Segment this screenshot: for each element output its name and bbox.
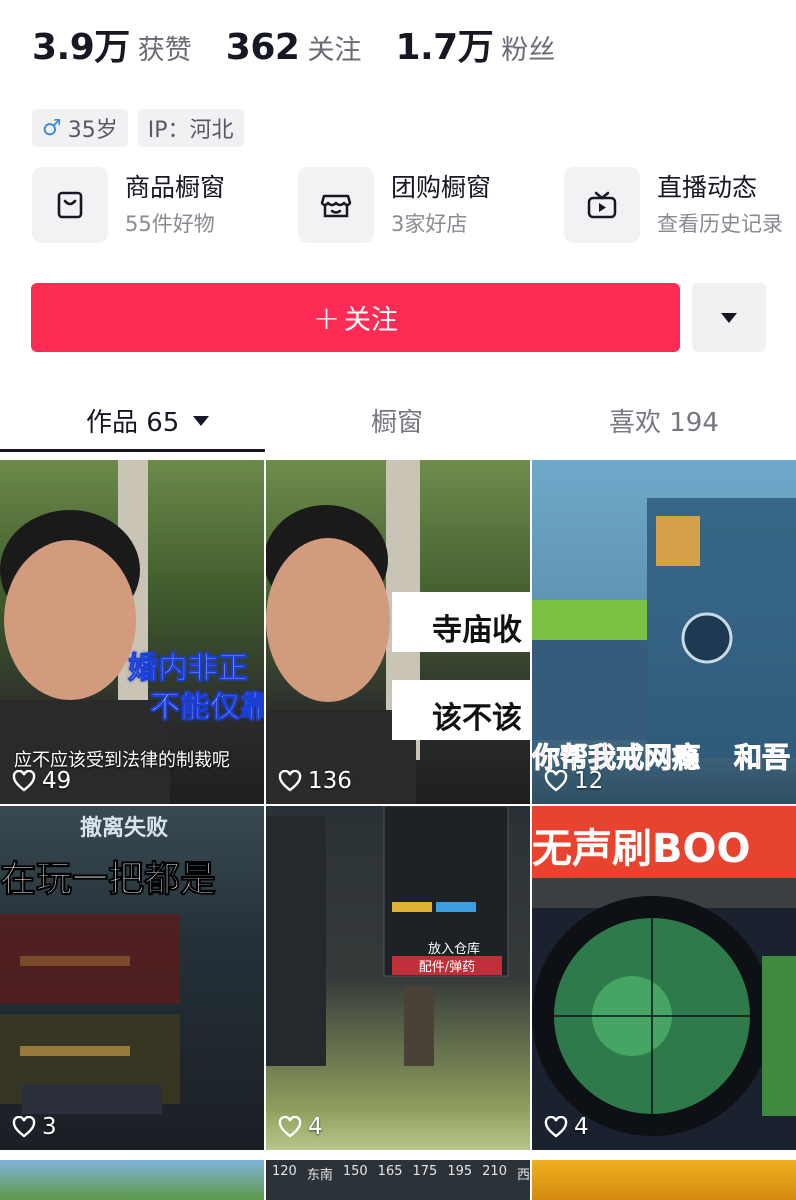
live-history-entry[interactable]: 直播动态 查看历史记录: [564, 166, 783, 244]
like-count-value: 49: [42, 768, 72, 794]
compass-label: 210: [482, 1164, 507, 1179]
entry-title: 团购橱窗: [391, 173, 492, 202]
like-count-value: 3: [42, 1114, 57, 1140]
video-caption: 和吾: [733, 741, 791, 775]
tab-likes-label: 喜欢 194: [609, 408, 719, 438]
tab-showcase[interactable]: 橱窗: [371, 402, 423, 439]
profile-tags: ♂ 35岁 IP：河北: [32, 109, 254, 147]
video-caption: 婚内非正: [128, 651, 249, 687]
entry-subtitle: 55件好物: [125, 212, 215, 236]
follow-label: 关注: [343, 305, 398, 336]
like-count: 49: [12, 768, 71, 794]
plus-icon: +: [313, 298, 340, 337]
age-text: 35岁: [67, 118, 118, 143]
ip-tag: IP：河北: [137, 109, 244, 147]
tab-indicator: [0, 449, 265, 452]
tab-showcase-label: 橱窗: [371, 408, 424, 438]
heart-icon: [278, 1116, 302, 1138]
heart-icon: [12, 1116, 36, 1138]
compass-bar: 120 东南 150 165 175 195 210 西南: [272, 1164, 530, 1183]
thumbnail-image: [266, 806, 509, 1066]
profile-entries: 商品橱窗 55件好物 团购橱窗 3家好店 直播动态 查看历史记录: [32, 166, 796, 244]
video-thumbnail[interactable]: [0, 1160, 264, 1200]
stat-followers-value: 1.7万: [395, 27, 494, 68]
like-count: 4: [544, 1114, 589, 1140]
tab-likes[interactable]: 喜欢 194: [609, 402, 719, 439]
like-count: 136: [278, 768, 352, 794]
follow-button[interactable]: + 关注: [31, 283, 680, 352]
video-thumbnail[interactable]: 120 东南 150 165 175 195 210 西南: [266, 1160, 530, 1200]
product-showcase-entry[interactable]: 商品橱窗 55件好物: [32, 166, 225, 244]
like-count-value: 4: [574, 1114, 589, 1140]
male-icon: ♂: [42, 115, 62, 141]
compass-label: 150: [342, 1164, 368, 1179]
age-tag: ♂ 35岁: [32, 109, 128, 147]
tv-icon: [564, 167, 640, 243]
tab-works[interactable]: 作品 65: [86, 402, 210, 439]
video-thumbnail[interactable]: 撤离失败 在玩一把都是 3: [0, 806, 264, 1150]
heart-icon: [278, 770, 302, 792]
profile-stats: 3.9万 获赞 362 关注 1.7万 粉丝: [32, 18, 589, 70]
like-count: 3: [12, 1114, 57, 1140]
compass-label: 175: [412, 1164, 438, 1179]
more-options-button[interactable]: [692, 283, 766, 352]
shopping-bag-icon: [32, 167, 108, 243]
like-count-value: 4: [308, 1114, 323, 1140]
like-count-value: 136: [308, 768, 352, 794]
video-thumbnail[interactable]: [532, 1160, 796, 1200]
video-thumbnail[interactable]: 你帮我戒网瘾 和吾 12: [532, 460, 796, 804]
entry-subtitle: 查看历史记录: [657, 212, 783, 236]
heart-icon: [12, 770, 36, 792]
video-thumbnail[interactable]: 婚内非正 不能仅靠 应不应该受到法律的制裁呢 49: [0, 460, 264, 804]
heart-icon: [544, 770, 568, 792]
compass-label: 195: [447, 1164, 473, 1179]
stat-followers[interactable]: 1.7万 粉丝: [395, 18, 555, 70]
caret-down-icon: [192, 416, 209, 426]
group-buy-entry[interactable]: 团购橱窗 3家好店: [298, 166, 491, 244]
video-caption: 无声刷BOO: [532, 826, 751, 872]
entry-subtitle: 3家好店: [391, 212, 468, 236]
compass-label: 西南: [516, 1168, 530, 1183]
video-caption: 撤离失败: [80, 816, 169, 841]
stat-following[interactable]: 362 关注: [226, 27, 362, 68]
like-count-value: 12: [574, 768, 604, 794]
compass-label: 120: [272, 1164, 297, 1179]
stat-following-label: 关注: [307, 35, 362, 66]
video-caption: 配件/弹药: [392, 956, 502, 975]
video-caption: 在玩一把都是: [0, 859, 217, 901]
stat-likes[interactable]: 3.9万 获赞: [32, 18, 192, 70]
content-tabs: 作品 65 橱窗 喜欢 194: [0, 394, 796, 454]
compass-label: 东南: [306, 1168, 333, 1183]
heart-icon: [544, 1116, 568, 1138]
video-thumbnail[interactable]: 无声刷BOO 4: [532, 806, 796, 1150]
video-caption: 放入仓库: [428, 942, 481, 957]
video-caption: 该不该: [432, 701, 522, 736]
triangle-down-icon: [721, 312, 737, 323]
entry-title: 商品橱窗: [125, 173, 226, 202]
video-caption: 寺庙收: [432, 613, 522, 648]
store-icon: [298, 167, 374, 243]
like-count: 12: [544, 768, 603, 794]
ip-text: IP：河北: [147, 118, 234, 143]
compass-label: 165: [377, 1164, 403, 1179]
video-caption: 不能仅靠: [150, 690, 265, 726]
video-thumbnail[interactable]: 放入仓库 配件/弹药 4: [266, 806, 530, 1150]
like-count: 4: [278, 1114, 323, 1140]
entry-title: 直播动态: [657, 173, 758, 202]
stat-likes-label: 获赞: [137, 35, 192, 66]
video-thumbnail[interactable]: 寺庙收 该不该 136: [266, 460, 530, 804]
stat-followers-label: 粉丝: [501, 35, 556, 66]
stat-likes-value: 3.9万: [32, 27, 130, 68]
tab-works-label: 作品 65: [86, 408, 180, 438]
stat-following-value: 362: [225, 27, 300, 68]
